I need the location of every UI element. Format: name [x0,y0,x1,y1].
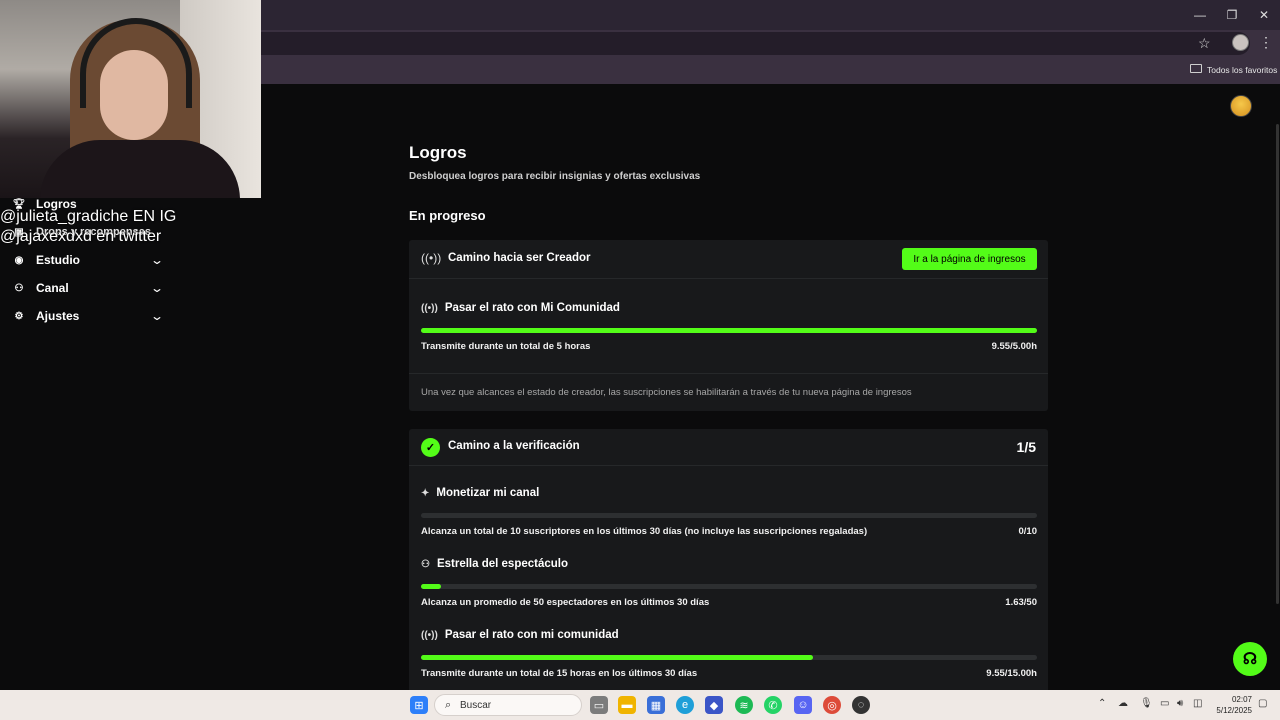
task-description: Transmite durante un total de 15 horas e… [421,668,698,679]
task-progress-value: 1.63/50 [1005,597,1037,608]
windows-start-icon[interactable]: ⊞ [410,696,428,714]
card-title: Camino hacia ser Creador [448,252,591,264]
gear-icon: ⚙ [14,310,24,322]
sidebar-item-ajustes[interactable]: ⚙ Ajustes [12,309,80,323]
cloud-icon[interactable]: ☁ [1118,698,1128,709]
minimize-icon[interactable]: — [1184,0,1216,30]
progress-bar [421,513,1037,518]
card-header: ✓ Camino a la verificación 1/5 [409,429,1048,466]
help-chat-button[interactable]: ☊ [1233,642,1267,676]
chevron-up-icon[interactable]: ⌃ [1098,698,1106,709]
creator-path-card: ((•)) Camino hacia ser Creador Ir a la p… [409,240,1048,411]
search-label: Buscar [460,700,492,711]
clock-date: 5/12/2025 [1216,706,1252,715]
spotify-icon[interactable]: ≋ [735,696,753,714]
task-title: ((•)) Pasar el rato con Mi Comunidad [421,302,620,314]
progress-bar [421,328,1037,333]
broadcast-icon: ((•)) [421,629,438,641]
users-icon: ⚇ [14,282,24,294]
taskbar-clock[interactable]: 02:07 5/12/2025 [1208,694,1252,716]
task-title-label: Pasar el rato con mi comunidad [444,629,619,641]
page-subtitle: Desbloquea logros para recibir insignias… [409,171,701,182]
page-title: Logros [409,143,467,162]
task-title-label: Monetizar mi canal [436,487,540,499]
chat-icon[interactable]: ◫ [1193,698,1202,709]
windows-taskbar: ⊞ ⌕ Buscar ▭ ▬ ▦ e ◆ ≋ ✆ ☺ ◎ ◌ ⌃ ☁ 🎙︎ ▭ … [0,690,1280,720]
broadcast-icon: ((•)) [421,302,438,314]
card-title: Camino a la verificación [448,440,580,452]
webcam-overlay [0,0,261,198]
microphone-icon[interactable]: 🎙︎ [1140,698,1153,709]
task-description: Transmite durante un total de 5 horas [421,341,591,352]
verification-count: 1/5 [1016,439,1036,455]
search-icon: ⌕ [445,699,452,711]
users-icon: ⚇ [421,558,430,570]
progress-bar [421,655,1037,660]
sidebar-item-label: Canal [36,281,69,295]
task-description: Alcanza un promedio de 50 espectadores e… [421,597,710,608]
bookmark-star-icon[interactable]: ☆ [1198,35,1211,52]
restore-icon[interactable]: ❐ [1216,0,1248,30]
profile-avatar-icon[interactable] [1232,34,1249,51]
sparkle-icon: ✦ [421,487,430,499]
creator-note: Una vez que alcances el estado de creado… [421,387,912,398]
file-explorer-icon[interactable]: ▬ [618,696,636,714]
edge-icon[interactable]: e [676,696,694,714]
folder-icon[interactable] [1190,64,1202,73]
task-title: ✦ Monetizar mi canal [421,487,539,499]
task-progress-value: 9.55/15.00h [986,668,1037,679]
headset-icon: ☊ [1242,651,1258,668]
chevron-down-icon[interactable]: ⌄ [150,281,164,295]
chevron-down-icon[interactable]: ⌄ [150,253,164,267]
network-icon[interactable]: ▭ [1160,698,1169,709]
close-icon[interactable]: ✕ [1248,0,1280,30]
task-title-label: Pasar el rato con Mi Comunidad [444,302,620,314]
stream-overlay-instagram: @julieta_gradiche EN IG [0,208,177,225]
taskbar-search[interactable]: ⌕ Buscar [434,694,582,716]
verification-path-card: ✓ Camino a la verificación 1/5 ✦ Monetiz… [409,429,1048,690]
discord-icon[interactable]: ☺ [794,696,812,714]
broadcast-icon: ((•)) [421,251,442,265]
progress-fill [421,584,442,589]
section-title: En progreso [409,208,486,223]
progress-fill [421,328,1037,333]
progress-bar [421,584,1037,589]
notification-icon[interactable]: ▢ [1258,698,1267,709]
whatsapp-icon[interactable]: ✆ [764,696,782,714]
scrollbar[interactable] [1276,124,1279,604]
progress-fill [421,655,814,660]
task-title: ((•)) Pasar el rato con mi comunidad [421,629,619,641]
divider [409,373,1048,374]
volume-icon[interactable]: 🔊︎ [1177,698,1183,709]
sidebar-item-label: Estudio [36,253,80,267]
card-header: ((•)) Camino hacia ser Creador Ir a la p… [409,240,1048,279]
task-progress-value: 9.55/5.00h [991,341,1037,352]
verified-badge-icon: ✓ [421,438,440,457]
app-icon[interactable]: ◆ [705,696,723,714]
task-description: Alcanza un total de 10 suscriptores en l… [421,526,868,537]
task-progress-value: 0/10 [1018,526,1038,537]
store-icon[interactable]: ▦ [647,696,665,714]
webcam-person-body [40,140,240,198]
clock-time: 02:07 [1231,695,1252,704]
kebab-menu-icon[interactable]: ⋮ [1259,34,1273,51]
chevron-down-icon[interactable]: ⌄ [150,309,164,323]
camera-icon: ◉ [14,254,24,266]
all-bookmarks-link[interactable]: Todos los favoritos [1207,65,1277,75]
sidebar-item-label: Ajustes [36,309,80,323]
address-bar[interactable] [230,32,1250,55]
sidebar-item-estudio[interactable]: ◉ Estudio [12,253,80,267]
task-title-label: Estrella del espectáculo [436,558,569,570]
go-to-revenue-button[interactable]: Ir a la página de ingresos [902,248,1037,270]
obs-icon[interactable]: ◌ [852,696,870,714]
task-title: ⚇ Estrella del espectáculo [421,558,568,570]
task-view-icon[interactable]: ▭ [590,696,608,714]
sidebar-item-canal[interactable]: ⚇ Canal [12,281,69,295]
chrome-icon[interactable]: ◎ [823,696,841,714]
stream-overlay-twitter: @jajaxexdxd en twitter [0,228,162,245]
user-avatar[interactable] [1230,95,1252,117]
